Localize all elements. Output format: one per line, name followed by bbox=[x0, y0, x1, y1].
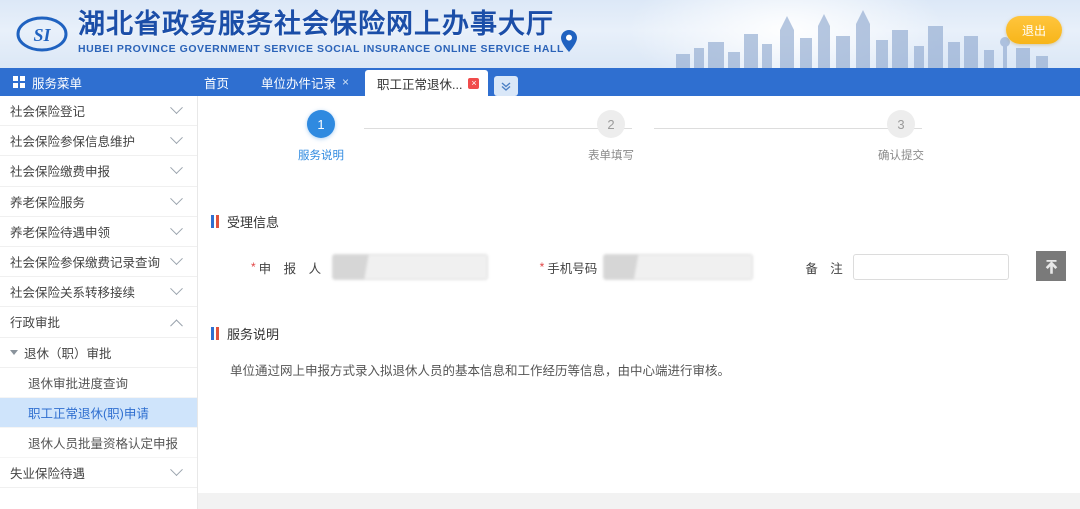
section-title: 受理信息 bbox=[227, 214, 280, 230]
step-number: 1 bbox=[307, 110, 335, 138]
sidebar-item-pension-service[interactable]: 养老保险服务 bbox=[0, 187, 197, 217]
sidebar-item-administrative-approval[interactable]: 行政审批 bbox=[0, 307, 197, 338]
accept-info-form-row: * 申 报 人 * 手机号码 备 注 bbox=[198, 251, 1080, 281]
field-phone: * 手机号码 bbox=[540, 254, 754, 280]
remarks-input[interactable] bbox=[853, 254, 1010, 280]
sidebar-item-label: 社会保险参保缴费记录查询 bbox=[10, 256, 161, 271]
chevron-double-down-icon[interactable] bbox=[494, 76, 519, 96]
main-panel: 1 服务说明 2 表单填写 3 确认提交 受理信息 * 申 报 人 * 手机号码… bbox=[198, 96, 1080, 509]
header-title-block: 湖北省政务服务社会保险网上办事大厅 HUBEI PROVINCE GOVERNM… bbox=[78, 8, 564, 57]
sidebar-item-normal-retirement-application[interactable]: 职工正常退休(职)申请 bbox=[0, 397, 197, 429]
sidebar: 社会保险登记 社会保险参保信息维护 社会保险缴费申报 养老保险服务 养老保险待遇… bbox=[0, 96, 198, 509]
sidebar-item-label: 行政审批 bbox=[10, 316, 61, 331]
chevron-down-icon bbox=[170, 222, 183, 235]
chevron-down-icon bbox=[170, 191, 183, 205]
content-area: 社会保险登记 社会保险参保信息维护 社会保险缴费申报 养老保险服务 养老保险待遇… bbox=[0, 96, 1080, 509]
step-2-form-filling[interactable]: 2 表单填写 bbox=[568, 110, 654, 163]
section-title: 服务说明 bbox=[227, 326, 280, 342]
field-label: 手机号码 bbox=[547, 261, 598, 276]
step-number: 2 bbox=[597, 110, 625, 138]
chevron-down-icon bbox=[170, 282, 183, 296]
sidebar-item-label: 失业保险待遇 bbox=[10, 467, 86, 482]
location-pin-icon bbox=[561, 30, 577, 52]
tab-home[interactable]: 首页 bbox=[188, 68, 245, 96]
sidebar-sub-label: 退休人员批量资格认定申报 bbox=[28, 437, 179, 452]
page-header: SI 湖北省政务服务社会保险网上办事大厅 HUBEI PROVINCE GOVE… bbox=[0, 0, 1080, 68]
sidebar-item-label: 养老保险待遇申领 bbox=[10, 225, 111, 240]
sidebar-item-label: 社会保险关系转移接续 bbox=[10, 286, 136, 301]
chevron-down-icon bbox=[170, 101, 183, 115]
sidebar-item-label: 养老保险服务 bbox=[10, 195, 86, 210]
sidebar-item-payment-declaration[interactable]: 社会保险缴费申报 bbox=[0, 156, 197, 187]
progress-stepper: 1 服务说明 2 表单填写 3 确认提交 bbox=[198, 110, 1080, 172]
phone-input[interactable] bbox=[603, 254, 754, 280]
step-label: 确认提交 bbox=[878, 150, 924, 162]
applicant-input[interactable] bbox=[331, 254, 488, 280]
sidebar-item-payment-record-query[interactable]: 社会保险参保缴费记录查询 bbox=[0, 247, 197, 278]
tab-label: 单位办件记录 bbox=[261, 76, 337, 91]
service-description-body: 单位通过网上申报方式录入拟退休人员的基本信息和工作经历等信息，由中心端进行审核。 bbox=[230, 364, 731, 378]
step-label: 服务说明 bbox=[298, 150, 344, 162]
exit-button[interactable]: 退出 bbox=[1006, 16, 1062, 44]
sidebar-item-approval-progress-query[interactable]: 退休审批进度查询 bbox=[0, 368, 197, 398]
tab-retirement-application[interactable]: 职工正常退休... × bbox=[365, 70, 489, 96]
svg-text:SI: SI bbox=[33, 25, 51, 45]
chevron-down-icon bbox=[170, 161, 183, 175]
tab-strip: 首页 单位办件记录 × 职工正常退休... × bbox=[188, 68, 519, 96]
sidebar-filler bbox=[0, 491, 197, 509]
step-1-service-description[interactable]: 1 服务说明 bbox=[278, 110, 364, 163]
tab-label: 职工正常退休... bbox=[377, 77, 463, 92]
upload-arrow-icon[interactable] bbox=[1036, 251, 1066, 281]
page-title-cn: 湖北省政务服务社会保险网上办事大厅 bbox=[78, 9, 554, 39]
grid-icon bbox=[13, 76, 25, 88]
si-logo: SI bbox=[16, 14, 68, 54]
service-description-header: 服务说明 bbox=[198, 322, 1080, 344]
application-window: SI 湖北省政务服务社会保险网上办事大厅 HUBEI PROVINCE GOVE… bbox=[0, 0, 1080, 509]
sidebar-sub-label: 退休审批进度查询 bbox=[28, 376, 129, 391]
sidebar-item-batch-qualification-declaration[interactable]: 退休人员批量资格认定申报 bbox=[0, 428, 197, 459]
tab-label: 首页 bbox=[204, 76, 230, 91]
chevron-down-icon bbox=[170, 131, 183, 145]
sidebar-group-retirement-approval[interactable]: 退休（职）审批 bbox=[0, 338, 197, 368]
sidebar-item-unemployment-benefits[interactable]: 失业保险待遇 bbox=[0, 458, 197, 489]
sidebar-item-pension-benefit-claim[interactable]: 养老保险待遇申领 bbox=[0, 217, 197, 247]
service-menu-label: 服务菜单 bbox=[32, 76, 83, 91]
section-marker-icon bbox=[211, 326, 219, 340]
required-mark: * bbox=[539, 260, 545, 274]
sidebar-item-label: 社会保险登记 bbox=[10, 105, 86, 120]
chevron-down-icon bbox=[170, 252, 183, 266]
tab-unit-records[interactable]: 单位办件记录 × bbox=[245, 68, 365, 96]
step-3-confirm-submit[interactable]: 3 确认提交 bbox=[858, 110, 944, 163]
sidebar-group-label: 退休（职）审批 bbox=[24, 346, 112, 361]
sidebar-sub-label: 职工正常退休(职)申请 bbox=[28, 406, 149, 421]
navigation-bar: 服务菜单 首页 单位办件记录 × 职工正常退休... × bbox=[0, 68, 1080, 96]
accept-info-section: 受理信息 * 申 报 人 * 手机号码 备 注 bbox=[198, 210, 1080, 281]
field-applicant: * 申 报 人 bbox=[251, 254, 488, 280]
sidebar-item-social-insurance-registration[interactable]: 社会保险登记 bbox=[0, 96, 197, 127]
accept-info-header: 受理信息 bbox=[198, 210, 1080, 232]
page-title-en: HUBEI PROVINCE GOVERNMENT SERVICE SOCIAL… bbox=[78, 43, 564, 55]
sidebar-item-label: 社会保险缴费申报 bbox=[10, 165, 111, 180]
chevron-down-icon bbox=[170, 463, 183, 477]
sidebar-item-label: 社会保险参保信息维护 bbox=[10, 135, 136, 150]
triangle-down-icon bbox=[10, 349, 18, 355]
required-mark: * bbox=[251, 260, 256, 274]
chevron-up-icon bbox=[170, 319, 183, 333]
sidebar-scroll[interactable]: 社会保险登记 社会保险参保信息维护 社会保险缴费申报 养老保险服务 养老保险待遇… bbox=[0, 96, 197, 491]
tab-close-icon[interactable]: × bbox=[342, 76, 349, 88]
step-label: 表单填写 bbox=[588, 150, 634, 162]
footer-strip bbox=[198, 493, 1080, 509]
sidebar-item-relationship-transfer[interactable]: 社会保险关系转移接续 bbox=[0, 277, 197, 308]
tab-close-icon[interactable]: × bbox=[468, 77, 480, 89]
service-menu-button[interactable]: 服务菜单 bbox=[0, 68, 188, 96]
sidebar-item-insured-info-maintenance[interactable]: 社会保险参保信息维护 bbox=[0, 126, 197, 157]
field-label: 备 注 bbox=[805, 261, 848, 276]
field-remarks: 备 注 bbox=[805, 254, 1010, 280]
section-marker-icon bbox=[211, 214, 219, 228]
service-description-section: 服务说明 单位通过网上申报方式录入拟退休人员的基本信息和工作经历等信息，由中心端… bbox=[198, 322, 1080, 381]
field-label: 申 报 人 bbox=[258, 261, 326, 276]
step-number: 3 bbox=[887, 110, 915, 138]
